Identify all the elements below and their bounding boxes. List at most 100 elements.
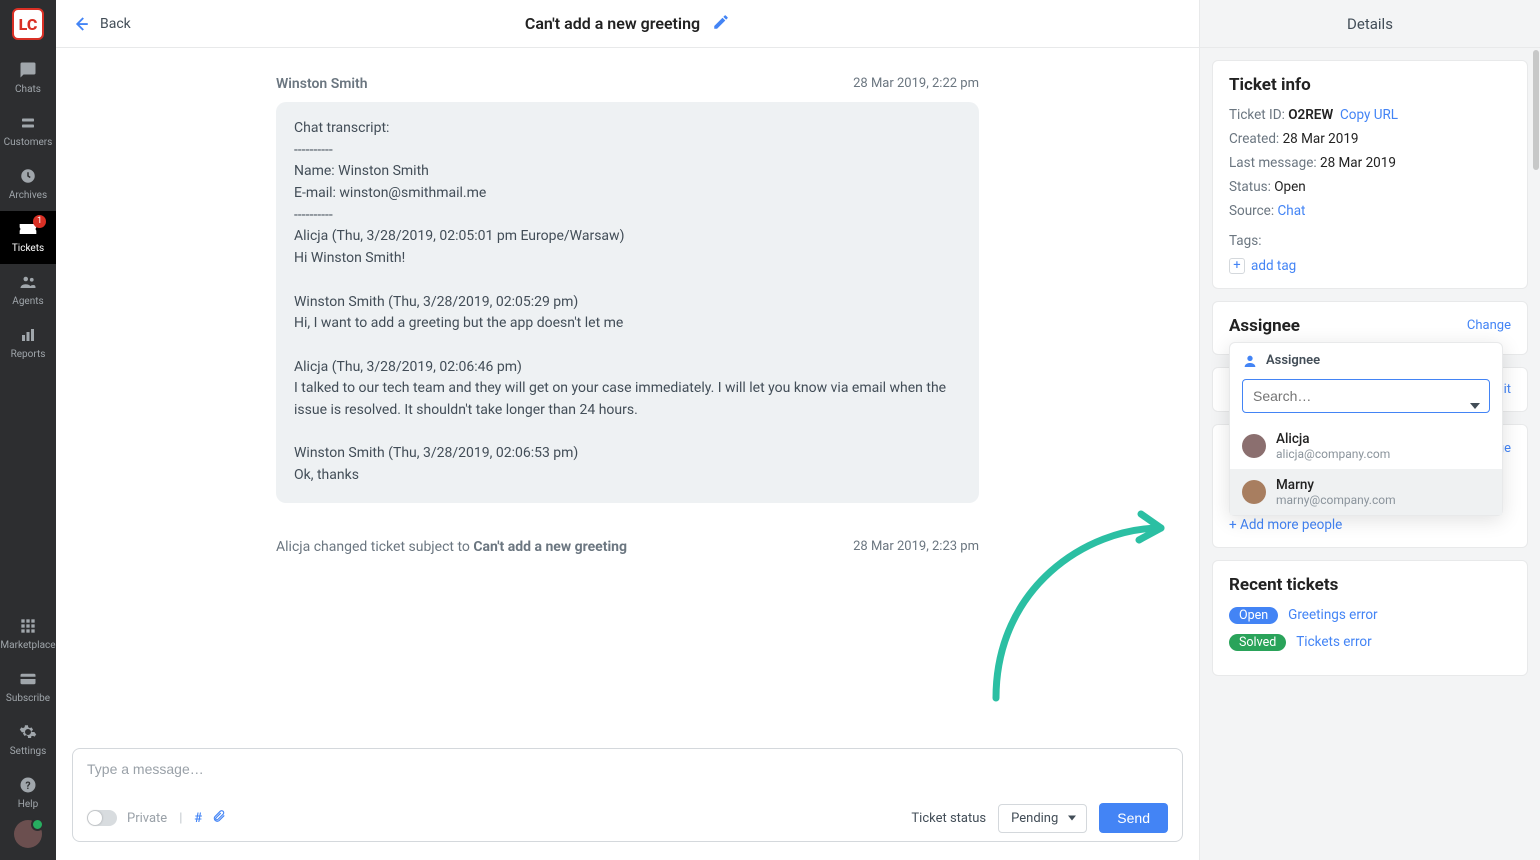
nav-reports[interactable]: Reports [0, 317, 56, 370]
assignee-option-alicja[interactable]: Alicja alicja@company.com [1230, 423, 1502, 469]
recent-tickets-card: Recent tickets Open Greetings error Solv… [1212, 560, 1528, 676]
composer-left-tools: Private | # [87, 808, 226, 828]
dropdown-search-wrap [1230, 379, 1502, 423]
composer-footer: Private | # Ticket status Pending Send [87, 803, 1168, 833]
recent-ticket-link[interactable]: Greetings error [1288, 607, 1377, 623]
app-logo[interactable]: LC [12, 8, 44, 40]
main-column: Back Can't add a new greeting Winston Sm… [56, 0, 1200, 860]
recent-ticket-row[interactable]: Open Greetings error [1229, 607, 1511, 624]
nav-help[interactable]: ? Help [0, 767, 56, 820]
nav-settings-label: Settings [10, 746, 47, 757]
attach-button[interactable] [212, 808, 226, 828]
svg-text:?: ? [25, 779, 30, 792]
reports-icon [18, 325, 38, 345]
message-input[interactable] [87, 761, 1168, 777]
nav-tickets[interactable]: 1 Tickets [0, 211, 56, 264]
system-event-text: Alicja changed ticket subject to Can't a… [276, 539, 627, 555]
chat-icon [18, 60, 38, 80]
transcript-bubble: Chat transcript:----------Name: Winston … [276, 102, 979, 503]
nav-chats[interactable]: Chats [0, 52, 56, 105]
nav-reports-label: Reports [11, 349, 46, 360]
ticket-info-card: Ticket info Ticket ID: O2REW Copy URL Cr… [1212, 60, 1528, 289]
lastmsg-row: Last message: 28 Mar 2019 [1229, 155, 1511, 171]
thread-area: Winston Smith 28 Mar 2019, 2:22 pm Chat … [56, 48, 1199, 736]
system-event: Alicja changed ticket subject to Can't a… [276, 539, 979, 555]
add-tag-button[interactable]: + add tag [1229, 258, 1296, 274]
customers-icon [18, 113, 38, 133]
nav-help-label: Help [18, 799, 38, 810]
composer-right-tools: Ticket status Pending Send [911, 803, 1168, 833]
app-root: LC Chats Customers Archives 1 Tickets Ag… [0, 0, 1540, 860]
help-icon: ? [18, 775, 38, 795]
details-panel: Details Ticket info Ticket ID: O2REW Cop… [1200, 0, 1540, 860]
avatar [1242, 434, 1266, 458]
send-button[interactable]: Send [1099, 803, 1168, 833]
status-badge: Open [1229, 607, 1278, 624]
private-toggle[interactable] [87, 810, 117, 826]
tickets-badge: 1 [33, 215, 46, 228]
hash-button[interactable]: # [194, 811, 202, 826]
paperclip-icon [212, 808, 226, 824]
recent-ticket-link[interactable]: Tickets error [1296, 634, 1371, 650]
recent-title: Recent tickets [1229, 575, 1511, 595]
nav-settings[interactable]: Settings [0, 714, 56, 767]
person-icon [1242, 353, 1258, 369]
message-header: Winston Smith 28 Mar 2019, 2:22 pm [276, 76, 979, 92]
add-people-link[interactable]: + Add more people [1229, 517, 1511, 533]
clock-icon [18, 166, 38, 186]
status-row: Status: Open [1229, 179, 1511, 195]
dropdown-header: Assignee [1230, 343, 1502, 379]
back-label: Back [100, 16, 131, 32]
chevron-down-icon [1470, 403, 1480, 409]
nav-customers-label: Customers [4, 137, 53, 148]
source-link[interactable]: Chat [1277, 203, 1305, 219]
back-button[interactable]: Back [72, 15, 131, 33]
details-header: Details [1200, 0, 1540, 48]
nav-agents[interactable]: Agents [0, 264, 56, 317]
nav-archives-label: Archives [9, 190, 47, 201]
title-wrap: Can't add a new greeting [56, 13, 1199, 35]
nav-marketplace-label: Marketplace [0, 640, 55, 651]
avatar [1242, 480, 1266, 504]
ticket-status-select[interactable]: Pending [998, 804, 1087, 833]
details-body: Ticket info Ticket ID: O2REW Copy URL Cr… [1200, 48, 1540, 860]
nav-tickets-label: Tickets [12, 243, 44, 254]
user-avatar[interactable] [14, 820, 42, 848]
nav-agents-label: Agents [12, 296, 43, 307]
ticket-title: Can't add a new greeting [525, 14, 700, 33]
plus-icon: + [1229, 258, 1245, 274]
assignee-change-link[interactable]: Change [1467, 318, 1511, 333]
message-time: 28 Mar 2019, 2:22 pm [853, 76, 979, 92]
assignee-search-input[interactable] [1242, 379, 1490, 413]
copy-url-link[interactable]: Copy URL [1340, 107, 1398, 123]
recent-ticket-row[interactable]: Solved Tickets error [1229, 634, 1511, 651]
nav-chats-label: Chats [15, 84, 41, 95]
left-nav: LC Chats Customers Archives 1 Tickets Ag… [0, 0, 56, 860]
system-event-time: 28 Mar 2019, 2:23 pm [853, 539, 979, 555]
nav-subscribe-label: Subscribe [6, 693, 50, 704]
composer-wrap: Private | # Ticket status Pending Send [56, 736, 1199, 860]
topbar: Back Can't add a new greeting [56, 0, 1199, 48]
assignee-card: Assignee Change Assignee [1212, 301, 1528, 355]
nav-archives[interactable]: Archives [0, 158, 56, 211]
status-badge: Solved [1229, 634, 1286, 651]
source-row: Source: Chat [1229, 203, 1511, 219]
nav-customers[interactable]: Customers [0, 105, 56, 158]
assignee-option-marny[interactable]: Marny marny@company.com [1230, 469, 1502, 515]
ticket-status-label: Ticket status [911, 811, 986, 826]
nav-subscribe[interactable]: Subscribe [0, 661, 56, 714]
annotation-arrow [976, 468, 1176, 708]
created-row: Created: 28 Mar 2019 [1229, 131, 1511, 147]
edit-title-button[interactable] [712, 13, 730, 35]
ticket-info-title: Ticket info [1229, 75, 1511, 95]
private-label: Private [127, 811, 167, 826]
assignee-title: Assignee [1229, 316, 1300, 336]
gear-icon [18, 722, 38, 742]
assignee-dropdown: Assignee Alicja alicja@company.com [1229, 342, 1503, 516]
card-icon [18, 669, 38, 689]
tags-label: Tags: [1229, 233, 1511, 249]
nav-marketplace[interactable]: Marketplace [0, 608, 56, 661]
scrollbar[interactable] [1532, 48, 1540, 860]
message-composer: Private | # Ticket status Pending Send [72, 748, 1183, 842]
agents-icon [18, 272, 38, 292]
